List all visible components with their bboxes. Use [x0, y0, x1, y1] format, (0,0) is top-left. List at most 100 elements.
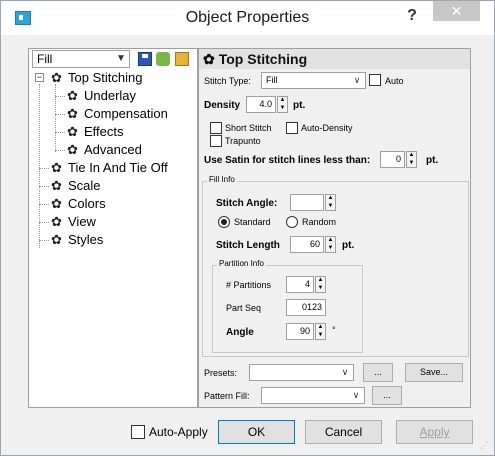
gear-icon: ✿ [51, 232, 62, 247]
gear-icon: ✿ [203, 51, 215, 67]
tree-item-label: Styles [68, 232, 104, 247]
pattern-fill-dropdown[interactable]: ∨ [261, 387, 365, 404]
tree-connector [39, 84, 40, 248]
tree-connector [39, 186, 49, 187]
stitch-length-input[interactable]: 60 [290, 236, 324, 253]
stitch-type-dropdown[interactable]: Fill ∨ [261, 72, 366, 89]
title-bar: Object Properties ? ✕ [1, 1, 494, 35]
tree-item-label: Tie In And Tie Off [68, 160, 168, 175]
standard-radio[interactable] [218, 216, 230, 228]
trapunto-checkbox[interactable] [210, 135, 222, 147]
tree-item-label: Top Stitching [68, 70, 143, 85]
stitch-length-label: Stitch Length [216, 240, 280, 251]
tree-connector [39, 168, 49, 169]
help-button[interactable]: ? [397, 3, 427, 31]
angle-stepper[interactable]: ▲ ▼ [315, 323, 326, 340]
tree-item[interactable]: ✿ Effects [67, 123, 124, 141]
object-type-value: Fill [37, 52, 53, 66]
standard-label: Standard [234, 217, 271, 227]
satin-stepper[interactable]: ▲ ▼ [406, 151, 417, 168]
density-label: Density [204, 100, 241, 111]
chevron-down-icon: ▼ [116, 53, 126, 64]
part-seq-input[interactable]: 0123 [286, 299, 326, 316]
stitch-angle-label: Stitch Angle: [216, 198, 278, 209]
tree-connector [55, 150, 65, 151]
satin-label: Use Satin for stitch lines less than: [204, 155, 371, 166]
section-header: ✿ Top Stitching [199, 49, 470, 69]
tree-item[interactable]: ✿ Top Stitching [51, 69, 142, 87]
tree-connector [55, 132, 65, 133]
random-radio[interactable] [286, 216, 298, 228]
chevron-down-icon: ∨ [341, 367, 349, 377]
short-stitch-checkbox[interactable] [210, 122, 222, 134]
trapunto-label: Trapunto [225, 136, 261, 146]
apply-style-icon[interactable] [156, 52, 170, 66]
tree-item[interactable]: ✿ Colors [51, 195, 106, 213]
gear-icon: ✿ [67, 124, 78, 139]
save-icon[interactable] [138, 52, 152, 66]
close-button[interactable]: ✕ [433, 1, 480, 21]
section-title: Top Stitching [218, 51, 308, 67]
chevron-down-icon: ∨ [353, 75, 361, 85]
tree-item-label: Colors [68, 196, 106, 211]
save-preset-button[interactable]: Save... [405, 363, 463, 382]
stitch-length-stepper[interactable]: ▲ ▼ [325, 236, 336, 253]
tree-connector [39, 222, 49, 223]
presets-dropdown[interactable]: ∨ [249, 364, 354, 381]
tree-item[interactable]: ✿ Compensation [67, 105, 168, 123]
tree-connector [55, 96, 65, 97]
fill-info-title: Fill Info [207, 175, 237, 184]
object-type-dropdown[interactable]: Fill ▼ [32, 50, 130, 68]
tree-item[interactable]: ✿ Advanced [67, 141, 142, 159]
partitions-stepper[interactable]: ▲ ▼ [315, 276, 326, 293]
cancel-button[interactable]: Cancel [305, 420, 382, 444]
tree-item-label: Effects [84, 124, 124, 139]
tree-item[interactable]: ✿ Styles [51, 231, 103, 249]
satin-input[interactable]: 0 [380, 151, 405, 168]
random-label: Random [302, 217, 337, 227]
stitch-angle-input[interactable] [290, 194, 324, 211]
part-seq-label: Part Seq [226, 303, 262, 313]
stitch-length-unit: pt. [342, 240, 355, 251]
density-stepper[interactable]: ▲ ▼ [277, 96, 288, 113]
auto-apply-checkbox[interactable] [131, 425, 145, 439]
angle-label: Angle [226, 327, 254, 338]
gear-icon: ✿ [51, 214, 62, 229]
tree-item[interactable]: ✿ View [51, 213, 96, 231]
tree-item-label: Underlay [84, 88, 137, 103]
tree-item-label: Compensation [84, 106, 168, 121]
tree-item[interactable]: ✿ Underlay [67, 87, 136, 105]
collapse-icon[interactable]: − [35, 73, 44, 82]
presets-browse-button[interactable]: ... [363, 363, 393, 382]
tree-connector [39, 240, 49, 241]
apply-button[interactable]: Apply [396, 420, 473, 444]
stitch-angle-stepper[interactable]: ▲ ▼ [325, 194, 336, 211]
resize-grip-icon[interactable]: ⋰ [480, 441, 490, 451]
partition-info-title: Partition Info [217, 259, 266, 268]
pattern-browse-button[interactable]: ... [372, 386, 402, 405]
export-style-icon[interactable] [175, 52, 189, 66]
density-unit: pt. [293, 100, 306, 111]
auto-apply-label: Auto-Apply [149, 425, 208, 439]
auto-checkbox[interactable] [369, 74, 381, 86]
angle-unit: ° [332, 325, 336, 335]
tree-connector [55, 114, 65, 115]
tree-item-label: View [68, 214, 96, 229]
density-input[interactable]: 4.0 [246, 96, 276, 113]
tree-item[interactable]: ✿ Scale [51, 177, 101, 195]
auto-label: Auto [385, 76, 404, 86]
tree-item-label: Advanced [84, 142, 142, 157]
gear-icon: ✿ [67, 142, 78, 157]
chevron-down-icon: ∨ [352, 390, 360, 400]
angle-input[interactable]: 90 [286, 323, 314, 340]
tree-item-label: Scale [68, 178, 101, 193]
pattern-fill-label: Pattern Fill: [204, 391, 250, 401]
auto-density-checkbox[interactable] [286, 122, 298, 134]
gear-icon: ✿ [51, 178, 62, 193]
ok-button[interactable]: OK [218, 420, 295, 444]
partitions-input[interactable]: 4 [286, 276, 314, 293]
tree-item[interactable]: ✿ Tie In And Tie Off [51, 159, 168, 177]
gear-icon: ✿ [67, 88, 78, 103]
object-properties-window: Object Properties ? ✕ Fill ▼ ✿ Top Stitch… [0, 0, 495, 456]
satin-unit: pt. [426, 155, 439, 166]
